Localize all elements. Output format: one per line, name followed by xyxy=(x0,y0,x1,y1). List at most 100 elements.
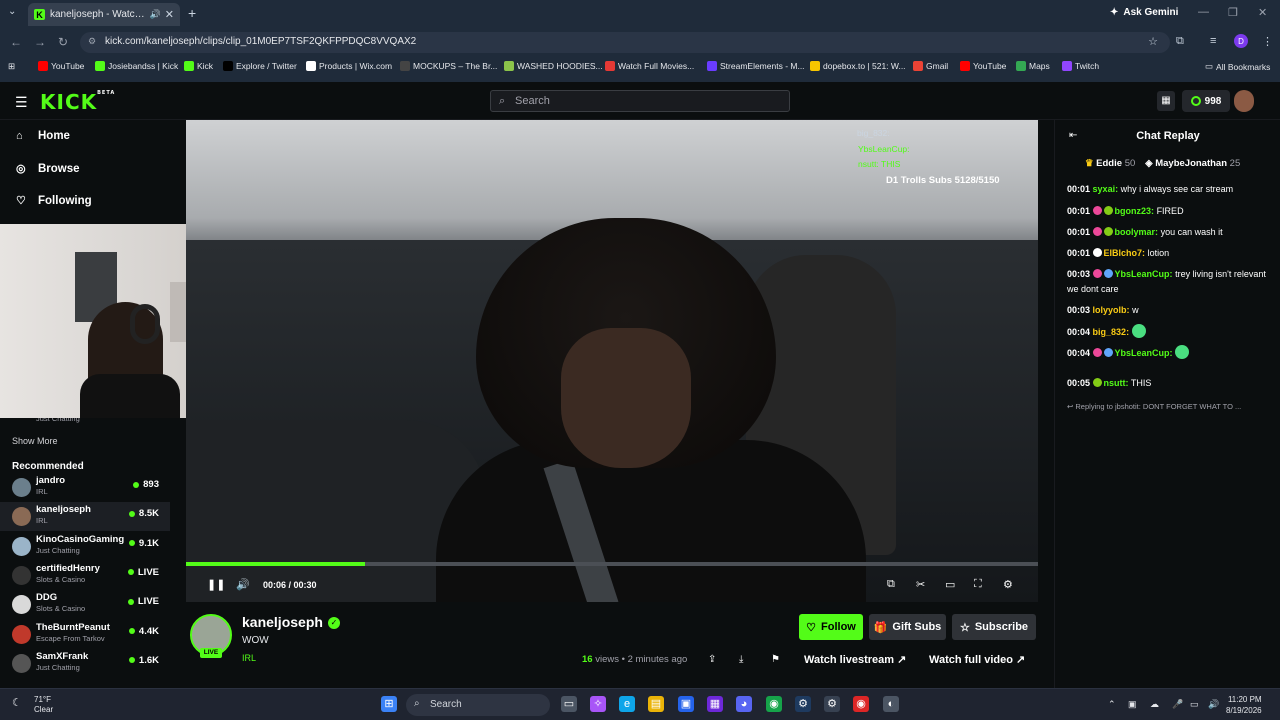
site-info-icon[interactable]: ⚙ xyxy=(88,36,96,47)
volume-icon[interactable]: 🔊 xyxy=(236,578,250,591)
tray-app-icon[interactable]: ▣ xyxy=(1128,699,1137,710)
system-clock[interactable]: 11:20 PM 8/19/2026 xyxy=(1226,694,1262,716)
network-icon[interactable]: ▭ xyxy=(1190,699,1199,710)
forward-icon[interactable]: → xyxy=(34,35,46,49)
speaker-icon[interactable]: 🔊 xyxy=(150,9,161,20)
onedrive-icon[interactable]: ☁ xyxy=(1150,699,1159,710)
layout-toggle-icon[interactable]: ▦ xyxy=(1157,91,1175,111)
bookmark-item[interactable]: StreamElements - M... xyxy=(707,61,805,71)
leader-entry[interactable]: ◈ MaybeJonathan 25 xyxy=(1145,158,1240,169)
chat-username[interactable]: big_832: xyxy=(1093,327,1130,337)
leader-entry[interactable]: ♛ Eddie 50 xyxy=(1085,158,1135,169)
share-icon[interactable]: ⇪ xyxy=(708,654,716,665)
profile-avatar[interactable]: D xyxy=(1234,34,1248,48)
gift-subs-button[interactable]: 🎁 Gift Subs xyxy=(869,614,946,640)
watch-livestream-link[interactable]: Watch livestream ↗ xyxy=(804,653,906,666)
obs-icon[interactable]: ◐ xyxy=(883,696,899,712)
windows-start-icon[interactable]: ⊞ xyxy=(381,696,397,712)
pause-icon[interactable]: ❚❚ xyxy=(207,578,225,591)
chat-username[interactable]: YbsLeanCup: xyxy=(1115,269,1173,279)
bookmark-star-icon[interactable]: ☆ xyxy=(1148,35,1158,48)
bookmark-item[interactable]: dopebox.to | 521: W... xyxy=(810,61,906,71)
bookmark-item[interactable]: WASHED HOODIES... xyxy=(504,61,603,71)
points-button[interactable]: 998 xyxy=(1182,90,1230,112)
show-more-link[interactable]: Show More xyxy=(12,436,58,446)
subscribe-button[interactable]: ☆ Subscribe xyxy=(952,614,1036,640)
bookmark-item[interactable]: Explore / Twitter xyxy=(223,61,297,71)
all-bookmarks[interactable]: ▭ All Bookmarks xyxy=(1205,61,1270,72)
maximize-icon[interactable]: ❐ xyxy=(1228,6,1238,19)
chat-username[interactable]: bgonz23: xyxy=(1115,206,1155,216)
settings-app-icon[interactable]: ⚙ xyxy=(824,696,840,712)
bookmark-item[interactable]: Josiebandss | Kick xyxy=(95,61,178,71)
store-icon[interactable]: ▣ xyxy=(678,696,694,712)
nav-home[interactable]: ⌂ Home xyxy=(16,130,70,142)
taskbar-search[interactable]: ⌕ Search xyxy=(406,694,550,716)
weather-widget[interactable]: ☾ 71°F Clear xyxy=(12,695,53,715)
ask-gemini-button[interactable]: ✦ Ask Gemini xyxy=(1110,7,1178,18)
nav-browse[interactable]: ◎ Browse xyxy=(16,162,80,176)
chat-username[interactable]: lolyyolb: xyxy=(1093,305,1130,315)
clip-category[interactable]: IRL xyxy=(242,653,256,663)
kick-logo[interactable]: KICKBETA xyxy=(40,90,115,114)
more-menu-icon[interactable]: ⋮ xyxy=(1262,35,1273,48)
tab-search-icon[interactable]: ⌄ xyxy=(8,6,16,17)
new-tab-icon[interactable]: + xyxy=(188,5,196,21)
chat-username[interactable]: YbsLeanCup: xyxy=(1115,348,1173,358)
recommended-channel[interactable]: kaneljoseph IRL 8.5K xyxy=(0,502,170,532)
report-icon[interactable]: ⚑ xyxy=(771,654,780,665)
mic-icon[interactable]: 🎤 xyxy=(1172,699,1183,710)
media-icon[interactable]: ≡ xyxy=(1210,35,1216,47)
nav-following[interactable]: ♡ Following xyxy=(16,194,92,208)
bookmark-item[interactable]: Watch Full Movies... xyxy=(605,61,694,71)
window-close-icon[interactable]: ✕ xyxy=(1258,6,1267,19)
back-icon[interactable]: ← xyxy=(10,35,22,49)
steam-icon[interactable]: ⚙ xyxy=(795,696,811,712)
chat-username[interactable]: syxai: xyxy=(1093,184,1119,194)
tray-chevron-icon[interactable]: ⌃ xyxy=(1108,699,1116,710)
video-player[interactable]: big_832: YbsLeanCup: nsutt: THIS D1 Trol… xyxy=(186,120,1038,602)
search-input[interactable]: ⌕ Search xyxy=(490,90,790,112)
reload-icon[interactable]: ↻ xyxy=(58,35,68,49)
bookmark-item[interactable]: YouTube xyxy=(38,61,84,71)
user-avatar[interactable] xyxy=(1234,90,1254,112)
recommended-channel[interactable]: certifiedHenry Slots & Casino LIVE xyxy=(0,561,170,590)
recommended-channel[interactable]: TheBurntPeanut Escape From Tarkov 4.4K xyxy=(0,620,170,649)
chat-username[interactable]: boolymar: xyxy=(1115,227,1159,237)
apps-grid-icon[interactable]: ⊞ xyxy=(8,61,15,72)
chrome-icon[interactable]: ◉ xyxy=(766,696,782,712)
chat-username[interactable]: ElBlcho7: xyxy=(1104,248,1146,258)
bookmark-item[interactable]: YouTube xyxy=(960,61,1006,71)
volume-tray-icon[interactable]: 🔊 xyxy=(1208,699,1219,710)
theater-icon[interactable]: ▭ xyxy=(945,578,955,591)
edge-icon[interactable]: e xyxy=(619,696,635,712)
recommended-channel[interactable]: KinoCasinoGaming Just Chatting 9.1K xyxy=(0,532,170,561)
tab-close-icon[interactable]: ✕ xyxy=(165,8,174,21)
recommended-channel[interactable]: DDG Slots & Casino LIVE xyxy=(0,590,170,619)
clip-icon[interactable]: ✂ xyxy=(916,578,925,591)
download-icon[interactable]: ⤓ xyxy=(739,654,743,665)
bookmark-item[interactable]: Twitch xyxy=(1062,61,1099,71)
bookmark-item[interactable]: MOCKUPS – The Br... xyxy=(400,61,497,71)
progress-bar[interactable] xyxy=(186,562,1038,566)
tab-kick[interactable]: K kaneljoseph - Watch clips c 🔊 ✕ xyxy=(28,3,180,26)
follow-button[interactable]: ♡ Follow xyxy=(799,614,863,640)
hamburger-menu-icon[interactable]: ☰ xyxy=(15,94,28,111)
file-explorer-icon[interactable]: ▤ xyxy=(648,696,664,712)
app-grid-icon[interactable]: ▦ xyxy=(707,696,723,712)
chrome-alt-icon[interactable]: ◉ xyxy=(853,696,869,712)
url-field[interactable]: ⚙ kick.com/kaneljoseph/clips/clip_01M0EP… xyxy=(80,32,1170,53)
bookmark-item[interactable]: Gmail xyxy=(913,61,948,71)
extensions-icon[interactable]: ⧉ xyxy=(1176,35,1184,48)
recommended-channel[interactable]: jandro IRL 893 xyxy=(0,473,170,502)
minimize-icon[interactable]: — xyxy=(1198,6,1209,18)
copilot-icon[interactable]: ✧ xyxy=(590,696,606,712)
discord-icon[interactable]: ◕ xyxy=(736,696,752,712)
watch-full-video-link[interactable]: Watch full video ↗ xyxy=(929,653,1025,666)
bookmark-item[interactable]: Products | Wix.com xyxy=(306,61,392,71)
channel-name[interactable]: kaneljoseph xyxy=(242,614,323,630)
chat-username[interactable]: nsutt: xyxy=(1104,378,1129,388)
pip-icon[interactable]: ⧉ xyxy=(887,578,895,591)
settings-icon[interactable]: ⚙ xyxy=(1003,578,1013,591)
bookmark-item[interactable]: Kick xyxy=(184,61,213,71)
